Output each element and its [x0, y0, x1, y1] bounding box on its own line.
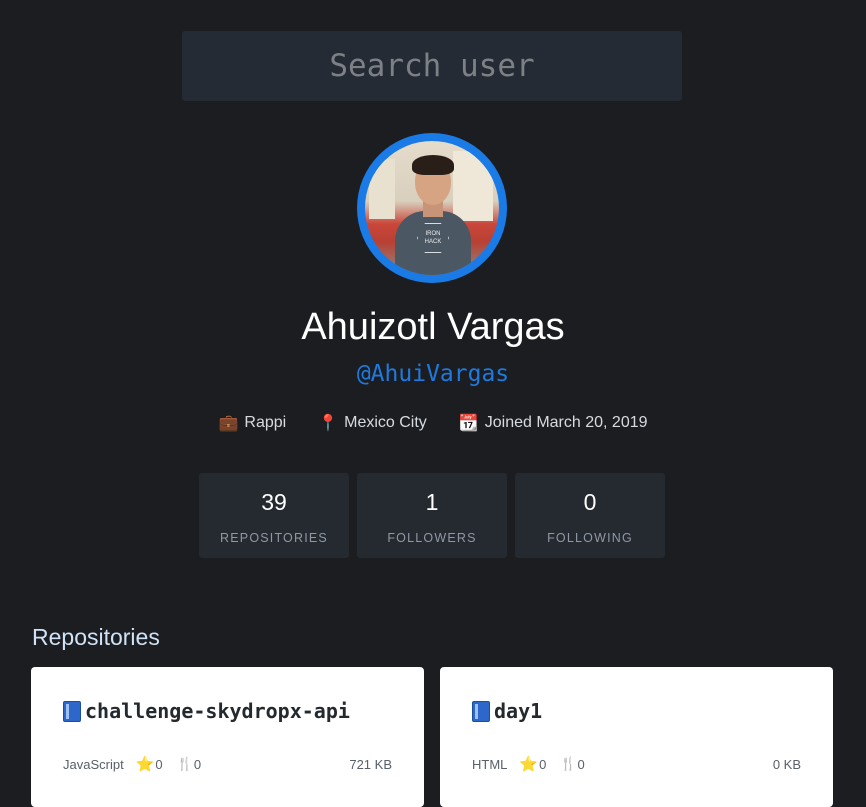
repo-language: HTML — [472, 756, 508, 772]
repo-card[interactable]: challenge-skydropx-api JavaScript ⭐ 0 🍴 … — [31, 667, 424, 807]
location-label: Mexico City — [344, 414, 427, 431]
star-icon: ⭐ — [519, 756, 539, 773]
stat-label: FOLLOWERS — [387, 531, 477, 545]
repo-meta: HTML ⭐ 0 🍴 0 0 KB — [472, 755, 801, 773]
stat-value: 39 — [261, 489, 287, 515]
book-icon — [472, 700, 490, 722]
location-info: 📍 Mexico City — [318, 413, 427, 433]
fork-icon: 🍴 — [176, 756, 193, 771]
repo-stars-count: 0 — [155, 756, 163, 772]
profile-handle-link[interactable]: @AhuiVargas — [0, 361, 866, 387]
repo-name: day1 — [494, 699, 543, 723]
repo-card[interactable]: day1 HTML ⭐ 0 🍴 0 0 KB — [440, 667, 833, 807]
stat-label: REPOSITORIES — [220, 531, 328, 545]
avatar-background — [369, 159, 395, 219]
stat-repositories[interactable]: 39 REPOSITORIES — [199, 473, 349, 558]
fork-icon: 🍴 — [560, 756, 577, 771]
repo-stars-count: 0 — [539, 756, 547, 772]
stats-row: 39 REPOSITORIES 1 FOLLOWERS 0 FOLLOWING — [199, 473, 665, 558]
avatar: IRON HACK — [357, 133, 507, 283]
repo-stars: ⭐ 0 — [136, 755, 163, 773]
repo-name: challenge-skydropx-api — [85, 699, 350, 723]
repo-size: 721 KB — [349, 756, 392, 772]
repo-name-link[interactable]: challenge-skydropx-api — [63, 699, 350, 723]
calendar-icon: 📆 — [458, 415, 479, 432]
repo-forks: 🍴 0 — [560, 756, 584, 772]
briefcase-icon: 💼 — [218, 415, 239, 432]
avatar-background — [453, 151, 493, 221]
profile-name: Ahuizotl Vargas — [301, 306, 565, 348]
stat-value: 0 — [583, 489, 597, 515]
repositories-heading: Repositories — [32, 624, 160, 650]
search-input[interactable] — [182, 31, 682, 101]
repo-forks-count: 0 — [577, 756, 585, 772]
book-icon — [63, 700, 81, 722]
repo-forks: 🍴 0 — [177, 756, 201, 772]
repo-meta: JavaScript ⭐ 0 🍴 0 721 KB — [63, 755, 392, 773]
star-icon: ⭐ — [135, 756, 155, 773]
joined-label: Joined March 20, 2019 — [484, 414, 648, 431]
repo-language: JavaScript — [63, 756, 124, 772]
repo-name-link[interactable]: day1 — [472, 699, 542, 723]
repo-size: 0 KB — [772, 756, 801, 772]
repo-forks-count: 0 — [193, 756, 202, 772]
repo-stars: ⭐ 0 — [519, 755, 546, 773]
company-info: 💼 Rappi — [218, 413, 286, 433]
avatar-hair — [412, 155, 454, 175]
company-label: Rappi — [244, 414, 287, 431]
stat-label: FOLLOWING — [547, 531, 633, 545]
pin-icon: 📍 — [318, 415, 339, 432]
avatar-photo: IRON HACK — [365, 141, 499, 275]
joined-info: 📆 Joined March 20, 2019 — [459, 413, 648, 433]
stat-following[interactable]: 0 FOLLOWING — [515, 473, 665, 558]
profile-meta: 💼 Rappi 📍 Mexico City 📆 Joined March 20,… — [0, 413, 866, 433]
stat-value: 1 — [425, 489, 439, 515]
stat-followers[interactable]: 1 FOLLOWERS — [357, 473, 507, 558]
